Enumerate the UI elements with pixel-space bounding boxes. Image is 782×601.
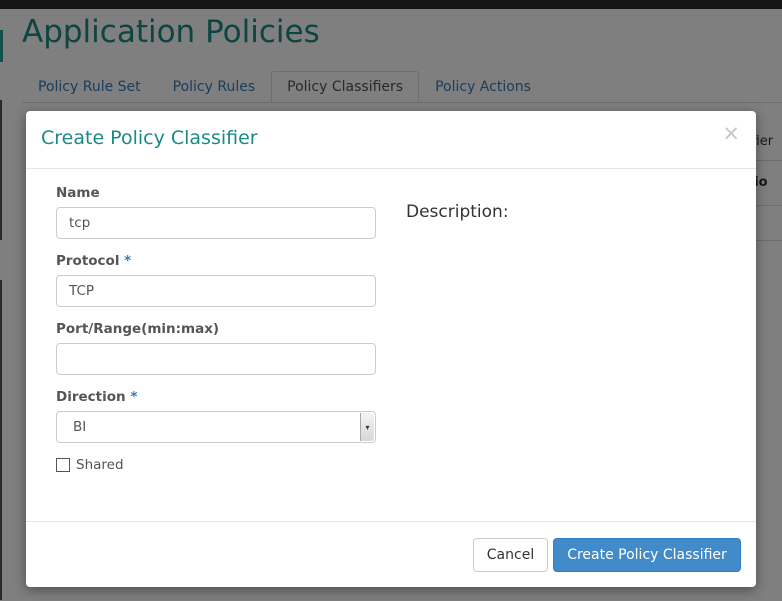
close-icon[interactable]: × — [722, 123, 740, 144]
modal-header: Create Policy Classifier × — [26, 111, 756, 169]
port-range-label: Port/Range(min:max) — [56, 321, 220, 337]
shared-label: Shared — [76, 457, 124, 473]
direction-selected-value: BI — [73, 419, 87, 435]
protocol-field[interactable]: TCP — [56, 275, 376, 307]
modal-title: Create Policy Classifier — [41, 127, 258, 149]
required-marker: * — [124, 253, 132, 269]
shared-row: Shared — [56, 457, 376, 473]
description-title: Description: — [406, 202, 509, 222]
direction-select[interactable]: BI ▾ — [56, 411, 376, 443]
port-range-field[interactable] — [56, 343, 376, 375]
protocol-label: Protocol * — [56, 253, 132, 269]
classifier-form: Name tcp Protocol * TCP Port/Range(min:m… — [56, 185, 376, 473]
shared-checkbox[interactable] — [56, 458, 70, 472]
create-policy-classifier-button[interactable]: Create Policy Classifier — [553, 538, 741, 572]
description-panel: Description: — [406, 202, 509, 222]
cancel-button[interactable]: Cancel — [473, 538, 548, 572]
chevron-down-icon[interactable]: ▾ — [360, 413, 374, 441]
modal-footer: Cancel Create Policy Classifier — [26, 521, 756, 587]
name-field[interactable]: tcp — [56, 207, 376, 239]
create-policy-classifier-dialog: Create Policy Classifier × Name tcp Prot… — [26, 111, 756, 587]
required-marker: * — [130, 389, 138, 405]
name-label: Name — [56, 185, 100, 201]
direction-label: Direction * — [56, 389, 138, 405]
